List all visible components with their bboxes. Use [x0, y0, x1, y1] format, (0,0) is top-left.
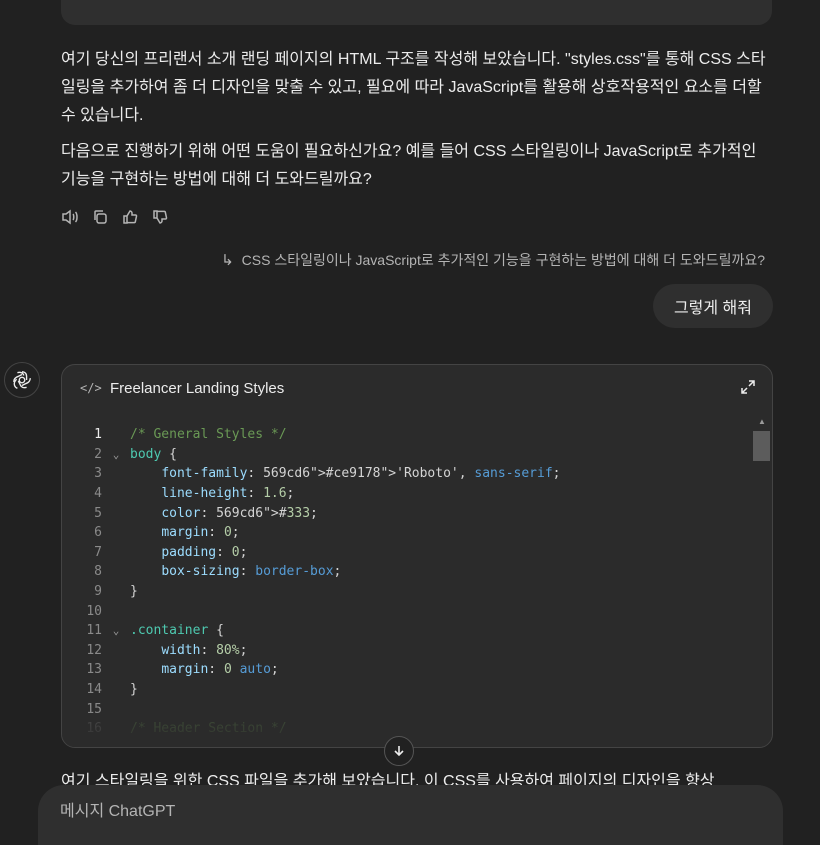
- code-line[interactable]: 13 margin: 0 auto;: [62, 660, 752, 680]
- code-line[interactable]: 3 font-family: 569cd6">#ce9178">'Roboto'…: [62, 464, 752, 484]
- code-text: margin: 0;: [161, 525, 240, 541]
- thumbs-up-icon[interactable]: [121, 206, 139, 228]
- code-line[interactable]: 5 color: 569cd6">#333;: [62, 503, 752, 523]
- code-text: /* General Styles */: [130, 427, 287, 443]
- code-line[interactable]: 11 ⌄ .container {: [62, 621, 752, 641]
- line-number: 1: [94, 427, 102, 443]
- line-number: 12: [86, 642, 102, 658]
- canvas-header: </> Freelancer Landing Styles: [62, 365, 772, 411]
- fold-chevron-icon[interactable]: ⌄: [102, 448, 130, 461]
- line-number: 11: [86, 623, 102, 639]
- read-aloud-icon[interactable]: [61, 206, 79, 228]
- message-actions: [61, 206, 169, 228]
- code-text: }: [130, 682, 138, 698]
- line-number: 7: [94, 544, 102, 560]
- line-number: 5: [94, 505, 102, 521]
- code-line[interactable]: 9}: [62, 582, 752, 602]
- code-text: font-family: 569cd6">#ce9178">'Roboto', …: [161, 466, 561, 482]
- code-text: }: [130, 584, 138, 600]
- line-number: 4: [94, 486, 102, 502]
- code-canvas[interactable]: </> Freelancer Landing Styles ▲ 1 /* Gene…: [61, 364, 773, 748]
- code-text: width: 80%;: [161, 642, 248, 658]
- chatgpt-logo-icon: [4, 362, 40, 398]
- code-line[interactable]: 10: [62, 601, 752, 621]
- composer: [38, 785, 783, 845]
- code-line[interactable]: 1 /* General Styles */: [62, 425, 752, 445]
- followup-quote: ↳ CSS 스타일링이나 JavaScript로 추가적인 기능을 구현하는 방…: [221, 250, 765, 270]
- code-icon: </>: [80, 381, 102, 395]
- code-text: line-height: 1.6;: [161, 486, 295, 502]
- line-number: 13: [86, 662, 102, 678]
- fold-chevron-icon[interactable]: ⌄: [102, 624, 130, 637]
- code-text: padding: 0;: [161, 544, 248, 560]
- line-number: 14: [86, 682, 102, 698]
- message-input[interactable]: [58, 799, 742, 825]
- thumbs-down-icon[interactable]: [151, 206, 169, 228]
- code-editor[interactable]: 1/* General Styles */2 ⌄ body {3 font-fami…: [62, 425, 752, 739]
- user-message-bubble: 그렇게 해줘: [652, 284, 773, 328]
- line-number: 6: [94, 525, 102, 541]
- line-number: 10: [86, 603, 102, 619]
- code-line[interactable]: 2 ⌄ body {: [62, 445, 752, 465]
- line-number: 2: [94, 446, 102, 462]
- code-line[interactable]: 6 margin: 0;: [62, 523, 752, 543]
- copy-icon[interactable]: [91, 206, 109, 228]
- code-text: body {: [130, 446, 177, 462]
- code-text: margin: 0 auto;: [161, 662, 279, 678]
- expand-icon[interactable]: [740, 379, 756, 399]
- line-number: 9: [94, 584, 102, 600]
- scroll-up-icon[interactable]: ▲: [758, 417, 766, 426]
- reply-arrow-icon: ↳: [221, 252, 234, 269]
- code-text: .container {: [130, 623, 224, 639]
- code-line[interactable]: 7 padding: 0;: [62, 543, 752, 563]
- code-line[interactable]: 8 box-sizing: border-box;: [62, 562, 752, 582]
- line-number: 8: [94, 564, 102, 580]
- scroll-down-button[interactable]: [384, 736, 414, 766]
- followup-text: CSS 스타일링이나 JavaScript로 추가적인 기능을 구현하는 방법에…: [241, 252, 765, 268]
- user-message-text: 그렇게 해줘: [673, 300, 752, 317]
- code-text: color: 569cd6">#333;: [161, 505, 318, 521]
- code-line[interactable]: 4 line-height: 1.6;: [62, 484, 752, 504]
- line-number: 3: [94, 466, 102, 482]
- code-text: box-sizing: border-box;: [161, 564, 342, 580]
- assistant-paragraph-1: 여기 당신의 프리랜서 소개 랜딩 페이지의 HTML 구조를 작성해 보았습니…: [61, 51, 766, 124]
- code-line[interactable]: 12 width: 80%;: [62, 641, 752, 661]
- canvas-title: Freelancer Landing Styles: [110, 379, 285, 397]
- code-line[interactable]: 14}: [62, 680, 752, 700]
- code-scrollbar-thumb[interactable]: [753, 431, 770, 461]
- assistant-paragraph-2: 다음으로 진행하기 위해 어떤 도움이 필요하신가요? 예를 들어 CSS 스타…: [61, 143, 757, 188]
- previous-code-block: [61, 0, 772, 25]
